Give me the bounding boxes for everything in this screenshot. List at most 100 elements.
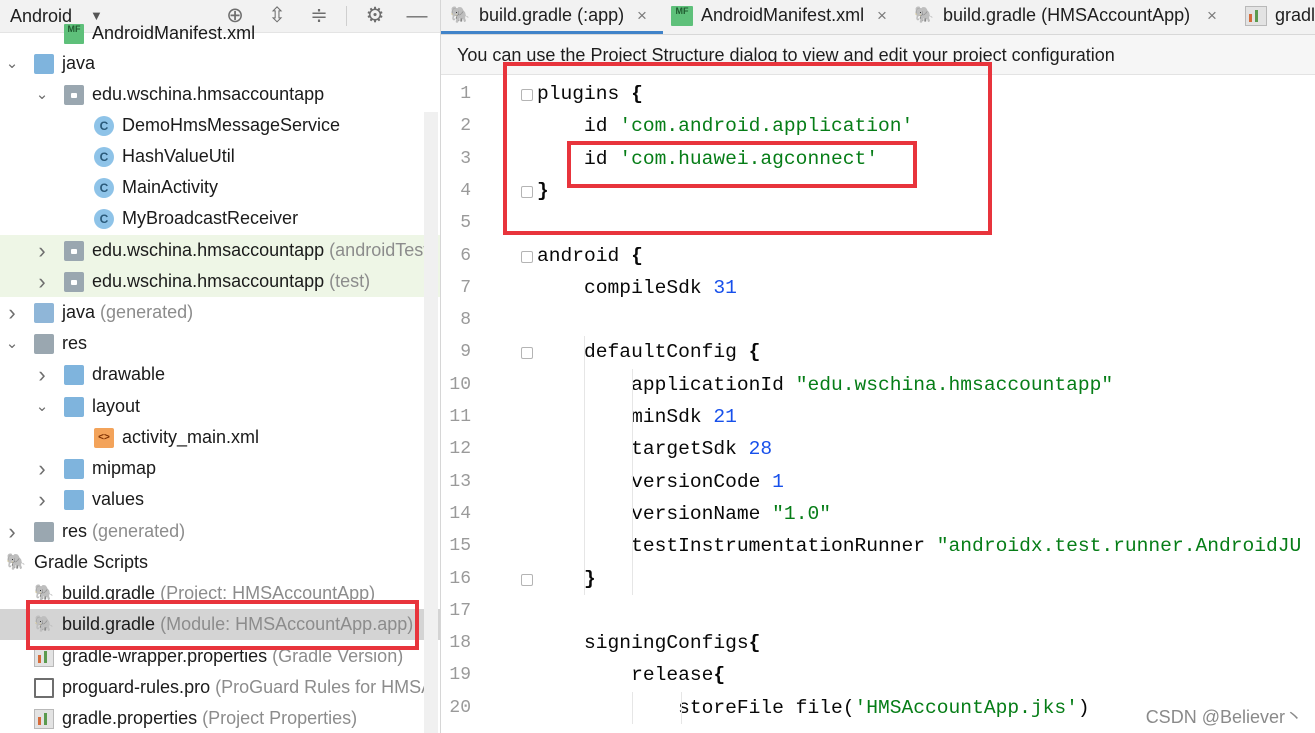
- project-scrollbar[interactable]: [424, 112, 438, 733]
- class-icon: C: [94, 178, 114, 198]
- tree-row-label: DemoHmsMessageService: [122, 110, 340, 141]
- properties-icon: [34, 647, 54, 667]
- folder-icon: [64, 459, 84, 479]
- fold-marker-icon[interactable]: [521, 89, 533, 101]
- tree-row-label: build.gradle (Project: HMSAccountApp): [62, 578, 375, 609]
- code-line[interactable]: minSdk 21: [537, 401, 737, 433]
- tree-row-label: AndroidManifest.xml: [92, 18, 255, 49]
- tree-row[interactable]: › edu.wschina.hmsaccountapp (test): [0, 266, 440, 297]
- chevron-down-icon[interactable]: ⌄: [4, 48, 20, 79]
- tree-row[interactable]: <> activity_main.xml: [0, 422, 440, 453]
- tree-row[interactable]: C DemoHmsMessageService: [0, 110, 440, 141]
- fold-marker-icon[interactable]: [521, 347, 533, 360]
- string-literal: 'com.android.application': [619, 115, 914, 138]
- tree-row[interactable]: gradle.properties (Project Properties): [0, 703, 440, 733]
- close-icon[interactable]: ×: [877, 0, 887, 31]
- close-icon[interactable]: ×: [637, 0, 647, 31]
- code-line[interactable]: }: [537, 175, 549, 207]
- tree-row[interactable]: ⌄🐘Gradle Scripts: [0, 547, 440, 578]
- tree-row-name: res: [62, 521, 88, 541]
- tree-row-label: MainActivity: [122, 172, 218, 203]
- indent-guide: [584, 336, 585, 595]
- chevron-down-icon[interactable]: ⌄: [4, 328, 20, 359]
- code-line[interactable]: signingConfigs{: [537, 627, 760, 659]
- line-number: 14: [449, 503, 471, 524]
- line-number: 10: [449, 374, 471, 395]
- code-line[interactable]: testInstrumentationRunner "androidx.test…: [537, 530, 1301, 562]
- package-icon: [64, 272, 84, 292]
- code-line[interactable]: versionCode 1: [537, 466, 784, 498]
- tree-row-label: java (generated): [62, 297, 193, 328]
- tree-row-label: proguard-rules.pro (ProGuard Rules for H…: [62, 672, 433, 703]
- fold-marker-icon[interactable]: [521, 250, 533, 263]
- tree-row-label: mipmap: [92, 453, 156, 484]
- editor-tab[interactable]: MF AndroidManifest.xml ×: [663, 0, 905, 34]
- code-line[interactable]: compileSdk 31: [537, 272, 737, 304]
- code-line[interactable]: id 'com.android.application': [537, 110, 913, 142]
- tree-row[interactable]: ⌄ layout: [0, 391, 440, 422]
- code-line[interactable]: defaultConfig {: [537, 336, 760, 368]
- code-token: release: [537, 664, 714, 687]
- tree-row[interactable]: ⌄ res: [0, 328, 440, 359]
- tree-row[interactable]: gradle-wrapper.properties (Gradle Versio…: [0, 641, 440, 672]
- code-line[interactable]: storeFile file('HMSAccountApp.jks'): [537, 692, 1090, 724]
- close-icon[interactable]: ×: [1207, 0, 1217, 31]
- tree-row[interactable]: C MainActivity: [0, 172, 440, 203]
- number-literal: 21: [713, 406, 737, 428]
- chevron-right-icon[interactable]: ›: [4, 516, 20, 547]
- tree-row[interactable]: › values: [0, 484, 440, 515]
- code-line[interactable]: release{: [537, 659, 725, 691]
- tree-row[interactable]: › drawable: [0, 359, 440, 390]
- tree-row[interactable]: C HashValueUtil: [0, 141, 440, 172]
- code-line[interactable]: id 'com.huawei.agconnect': [537, 143, 878, 175]
- line-number: 17: [449, 600, 471, 621]
- tree-row[interactable]: 🐘 build.gradle (Project: HMSAccountApp): [0, 578, 440, 609]
- code-line[interactable]: android {: [537, 240, 643, 272]
- gradle-elephant-icon: 🐘: [34, 585, 54, 602]
- gradle-elephant-icon: 🐘: [6, 554, 26, 571]
- editor-tab[interactable]: gradl: [1237, 0, 1315, 34]
- chevron-right-icon[interactable]: ›: [34, 484, 50, 515]
- code-line[interactable]: }: [537, 563, 596, 595]
- tree-row-name: build.gradle: [62, 614, 156, 634]
- tree-row[interactable]: proguard-rules.pro (ProGuard Rules for H…: [0, 672, 440, 703]
- tree-row[interactable]: 🐘 build.gradle (Module: HMSAccountApp.app…: [0, 609, 440, 640]
- tree-row[interactable]: › java (generated): [0, 297, 440, 328]
- code-token: storeFile file(: [537, 696, 855, 719]
- editor-tab[interactable]: 🐘 build.gradle (:app) ×: [441, 0, 663, 34]
- chevron-right-icon[interactable]: ›: [34, 453, 50, 484]
- code-line[interactable]: versionName "1.0": [537, 498, 831, 530]
- chevron-down-icon[interactable]: ⌄: [34, 391, 50, 422]
- tree-row-label: gradle-wrapper.properties (Gradle Versio…: [62, 641, 403, 672]
- tree-row-detail: (androidTest): [329, 240, 435, 260]
- tree-row-label: gradle.properties (Project Properties): [62, 703, 357, 733]
- chevron-right-icon[interactable]: ›: [34, 235, 50, 266]
- chevron-down-icon[interactable]: ⌄: [34, 79, 50, 110]
- code-line[interactable]: plugins {: [537, 78, 643, 110]
- code-token: ): [1077, 696, 1090, 719]
- tree-row[interactable]: › mipmap: [0, 453, 440, 484]
- tree-row-name: drawable: [92, 364, 166, 384]
- tree-row[interactable]: › edu.wschina.hmsaccountapp (androidTest): [0, 235, 440, 266]
- tree-row[interactable]: ⌄ java: [0, 48, 440, 79]
- folder-icon: [64, 490, 84, 510]
- tree-row[interactable]: C MyBroadcastReceiver: [0, 203, 440, 234]
- chevron-right-icon[interactable]: ›: [4, 297, 20, 328]
- chevron-right-icon[interactable]: ›: [34, 359, 50, 390]
- tree-row[interactable]: › res (generated): [0, 516, 440, 547]
- tree-row[interactable]: ⌄ edu.wschina.hmsaccountapp: [0, 79, 440, 110]
- fold-marker-icon[interactable]: [521, 573, 533, 586]
- manifest-icon: MF: [64, 24, 84, 44]
- code-line[interactable]: applicationId "edu.wschina.hmsaccountapp…: [537, 369, 1113, 401]
- tree-row[interactable]: MF AndroidManifest.xml: [0, 18, 440, 49]
- number-literal: 31: [713, 276, 737, 299]
- code-editor[interactable]: 1 2 3 4 5 6 7 8 9 10 11 12 13 14 15 16 17 18 19 20 plugins …: [441, 75, 1315, 733]
- indent-guide: [681, 691, 682, 724]
- editor-tab[interactable]: 🐘 build.gradle (HMSAccountApp) ×: [905, 0, 1237, 34]
- code-line[interactable]: targetSdk 28: [537, 433, 772, 465]
- line-number: 1: [460, 84, 471, 104]
- xml-file-icon: <>: [94, 428, 114, 448]
- chevron-right-icon[interactable]: ›: [34, 266, 50, 297]
- tree-row-name: build.gradle: [62, 583, 156, 603]
- fold-marker-icon[interactable]: [521, 185, 533, 198]
